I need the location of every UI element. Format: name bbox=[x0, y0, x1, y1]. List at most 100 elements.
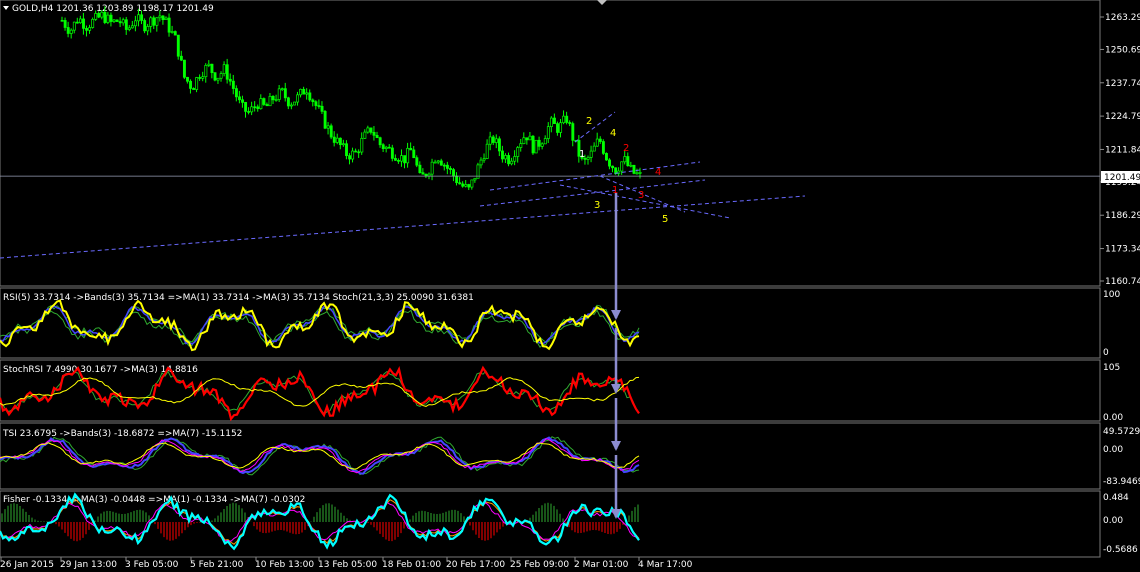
wave-label: 2 bbox=[586, 116, 592, 127]
bull-candle bbox=[519, 143, 523, 148]
bull-candle bbox=[464, 184, 468, 187]
bear-candle bbox=[537, 139, 541, 147]
bull-candle bbox=[195, 77, 199, 90]
bull-candle bbox=[522, 137, 526, 144]
bear-candle bbox=[626, 156, 630, 167]
bull-candle bbox=[112, 19, 116, 22]
price-y-tick-label: 1250.69 bbox=[1105, 45, 1140, 55]
chart-menu-triangle-icon[interactable] bbox=[3, 6, 9, 10]
bear-candle bbox=[452, 169, 455, 177]
bull-candle bbox=[504, 155, 507, 160]
bull-candle bbox=[69, 29, 73, 34]
bull-candle bbox=[222, 64, 226, 74]
bull-candle bbox=[638, 172, 642, 174]
bull-candle bbox=[430, 161, 434, 175]
bull-candle bbox=[366, 127, 370, 133]
time-tick-label: 29 Jan 13:00 bbox=[60, 560, 117, 570]
bear-candle bbox=[143, 20, 147, 32]
bear-candle bbox=[455, 175, 459, 184]
time-tick-label: 18 Feb 01:00 bbox=[382, 560, 441, 570]
stochrsi-tick-bottom: 0.00 bbox=[1103, 413, 1123, 423]
rsi-title: RSI(5) 33.7314 ->Bands(3) 35.7134 =>MA(1… bbox=[3, 293, 474, 303]
bear-candle bbox=[60, 19, 64, 22]
bull-candle bbox=[146, 26, 150, 32]
bear-candle bbox=[497, 138, 501, 152]
bull-candle bbox=[513, 156, 517, 162]
bear-candle bbox=[507, 155, 511, 165]
bear-candle bbox=[186, 76, 189, 82]
last-price-tag: 1201.49 bbox=[1104, 173, 1140, 183]
bull-candle bbox=[296, 94, 300, 103]
bear-candle bbox=[317, 105, 321, 107]
bear-candle bbox=[369, 127, 373, 133]
stochrsi-line bbox=[0, 365, 640, 422]
fisher-tick-mid: 0.00 bbox=[1103, 516, 1123, 526]
bear-candle bbox=[109, 14, 113, 22]
wave-label: 1 bbox=[579, 149, 585, 160]
bull-candle bbox=[482, 158, 486, 161]
bull-candle bbox=[360, 137, 364, 153]
fisher-title: Fisher -0.1334 ->MA(3) -0.0448 =>MA(1) -… bbox=[3, 495, 305, 505]
bear-candle bbox=[632, 164, 636, 174]
price-y-axis: 1263.291250.691237.741224.791211.841199.… bbox=[1100, 13, 1140, 287]
bear-candle bbox=[192, 88, 196, 90]
bull-candle bbox=[326, 125, 330, 129]
wave-label: 3 bbox=[594, 200, 600, 211]
bear-candle bbox=[241, 99, 244, 103]
wave-label: 5 bbox=[662, 214, 668, 225]
bear-candle bbox=[189, 80, 192, 89]
wave-label: 2 bbox=[623, 143, 629, 154]
bull-candle bbox=[485, 143, 489, 159]
bear-candle bbox=[553, 117, 556, 124]
bear-candle bbox=[308, 92, 312, 101]
signal-arrow-head bbox=[611, 310, 621, 320]
scroll-marker-icon[interactable] bbox=[597, 0, 607, 5]
bull-candle bbox=[620, 161, 624, 172]
bear-candle bbox=[378, 137, 382, 146]
bear-candle bbox=[234, 88, 238, 98]
price-candles bbox=[60, 6, 642, 191]
price-panel-frame bbox=[0, 0, 1101, 287]
bear-candle bbox=[338, 137, 342, 146]
bear-candle bbox=[63, 20, 67, 28]
bull-candle bbox=[94, 13, 98, 20]
bear-candle bbox=[397, 159, 400, 162]
bear-candle bbox=[228, 78, 232, 82]
bear-candle bbox=[345, 143, 348, 156]
bull-candle bbox=[137, 14, 141, 22]
bear-candle bbox=[311, 99, 315, 103]
bull-candle bbox=[259, 98, 263, 110]
bull-candle bbox=[134, 20, 137, 27]
bull-candle bbox=[473, 177, 477, 181]
bear-candle bbox=[387, 146, 391, 149]
bear-candle bbox=[412, 149, 416, 159]
bull-candle bbox=[88, 27, 92, 31]
trendline bbox=[559, 184, 731, 219]
time-tick-label: 25 Feb 09:00 bbox=[510, 560, 569, 570]
bear-candle bbox=[372, 131, 376, 136]
bull-candle bbox=[436, 160, 440, 163]
bear-candle bbox=[357, 151, 361, 154]
wave-labels: 214231 345 bbox=[579, 116, 668, 225]
time-tick-label: 3 Feb 05:00 bbox=[125, 560, 179, 570]
signal-arrow-head bbox=[611, 441, 621, 451]
bear-candle bbox=[152, 17, 156, 26]
bear-candle bbox=[271, 95, 275, 101]
trading-chart[interactable]: GOLD,H4 1201.36 1203.89 1198.17 1201.49 … bbox=[0, 0, 1140, 572]
oscillator-lines bbox=[0, 299, 640, 551]
bear-candle bbox=[182, 59, 186, 78]
bull-candle bbox=[78, 18, 82, 24]
bull-candle bbox=[268, 95, 272, 107]
bull-candle bbox=[100, 11, 104, 18]
bull-candle bbox=[433, 161, 437, 164]
bull-candle bbox=[274, 99, 278, 101]
bear-candle bbox=[302, 88, 306, 95]
bull-candle bbox=[342, 143, 345, 146]
wave-label: 3 bbox=[638, 190, 644, 201]
price-y-tick-label: 1173.34 bbox=[1105, 245, 1140, 255]
bear-candle bbox=[210, 63, 214, 74]
bear-candle bbox=[458, 182, 462, 185]
bull-candle bbox=[106, 14, 110, 23]
bull-candle bbox=[546, 126, 550, 139]
bear-candle bbox=[598, 138, 602, 142]
